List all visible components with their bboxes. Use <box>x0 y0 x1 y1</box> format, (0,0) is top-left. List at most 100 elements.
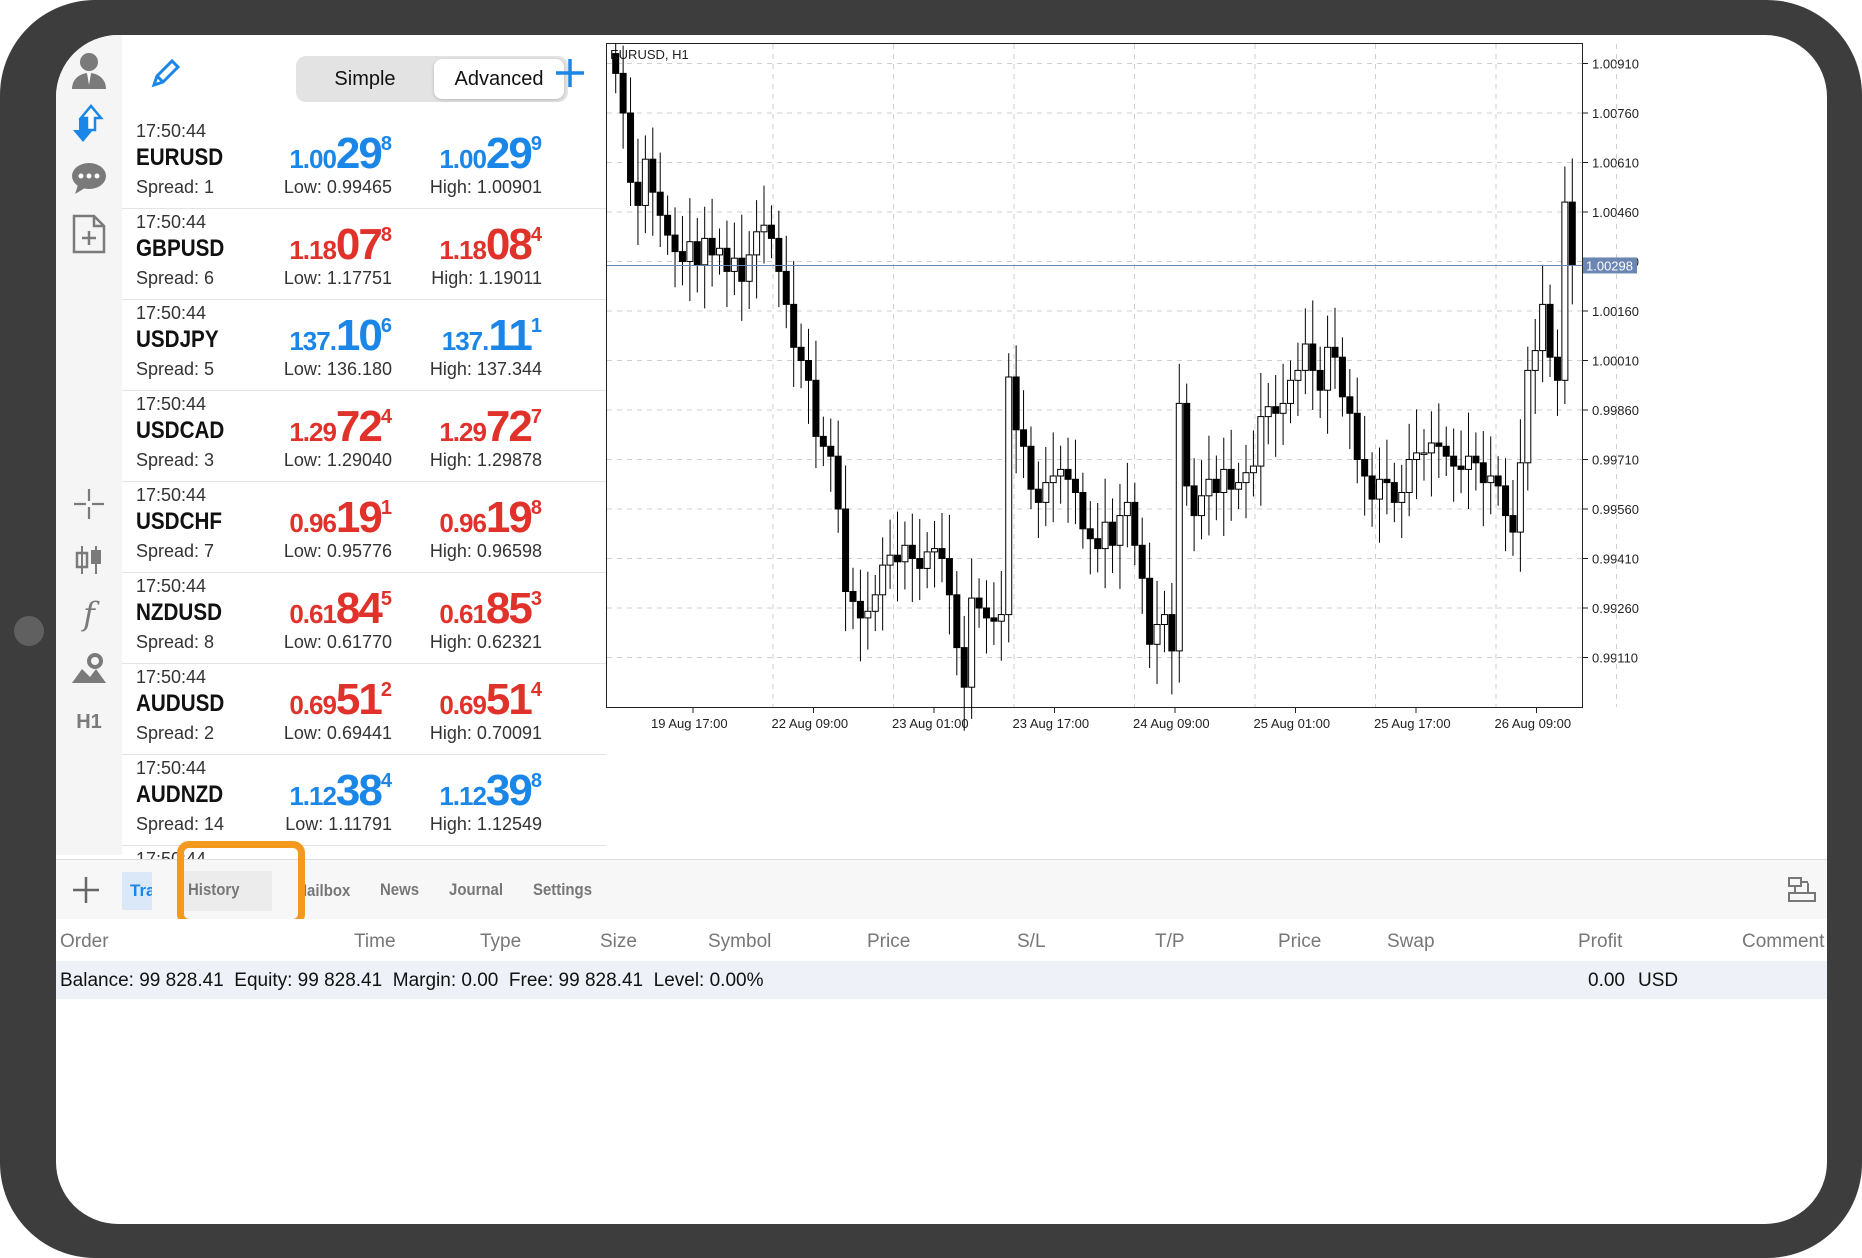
quote-time: 17:50:44 <box>136 576 207 596</box>
quote-symbol: AUDUSD <box>136 690 225 717</box>
candle-body <box>893 554 901 563</box>
time-tick-label: 22 Aug 09:00 <box>772 716 849 731</box>
candle-body <box>975 597 983 609</box>
candle-body <box>1272 406 1280 414</box>
quote-bid-price[interactable]: 1.00298 <box>232 129 392 179</box>
layout-toggle-icon[interactable] <box>1786 874 1818 906</box>
candle-body <box>1383 478 1391 484</box>
add-order-icon[interactable] <box>70 874 102 906</box>
quote-row[interactable]: 17:50:44 AUDUSD Spread: 2 0.69512 0.69514 Low… <box>122 663 606 755</box>
add-symbol-icon[interactable] <box>550 53 590 93</box>
candle-body <box>856 600 864 619</box>
tab-news[interactable]: News <box>380 880 419 900</box>
quote-bid-price[interactable]: 1.29724 <box>232 402 392 452</box>
balance-currency: USD <box>1638 970 1679 991</box>
account-icon[interactable] <box>66 47 112 93</box>
quote-ask-price[interactable]: 0.69514 <box>382 675 542 725</box>
quote-row[interactable]: 17:50:44 USDCHF Spread: 7 0.96191 0.96198 Low… <box>122 481 606 573</box>
current-price-label: 1.00298 <box>1586 258 1633 273</box>
quote-ask-price[interactable]: 1.12398 <box>382 766 542 816</box>
chat-icon[interactable] <box>66 155 112 201</box>
quote-ask-price[interactable]: 0.61853 <box>382 584 542 634</box>
quote-bid-part: 84 <box>335 584 383 633</box>
quote-row[interactable]: 17:50:44 GBPUSD Spread: 6 1.18078 1.18084 Low… <box>122 208 606 300</box>
candle-body <box>649 158 657 193</box>
quote-bid-price[interactable]: 1.18078 <box>232 220 392 270</box>
quote-ask-part: 9 <box>530 133 542 155</box>
quote-high: High: 0.62321 <box>429 632 542 652</box>
quote-row[interactable]: 17:50:44 USDCAD Spread: 3 1.29724 1.29727 Low… <box>122 390 606 482</box>
quote-symbol: USDJPY <box>136 326 219 353</box>
quote-ask-price[interactable]: 1.18084 <box>382 220 542 270</box>
candle-body <box>1057 468 1065 477</box>
quote-row[interactable]: 17:50:44 USDJPY Spread: 5 137.106 137.111 Low… <box>122 299 606 391</box>
quote-row[interactable]: 17:50:44 NZDUSD Spread: 8 0.61845 0.61853 Low… <box>122 572 606 664</box>
candle-body <box>1123 501 1131 517</box>
price-tick-label: 1.00460 <box>1592 205 1639 220</box>
quote-bid-part: 1.00 <box>289 144 337 174</box>
candle-body <box>767 224 775 239</box>
quote-high: High: 1.19011 <box>431 268 542 288</box>
quote-ask-part: 4 <box>530 679 542 701</box>
candle-body <box>1287 379 1295 404</box>
edit-icon[interactable] <box>144 55 184 95</box>
candle-body <box>1160 614 1168 625</box>
price-tick-label: 0.99860 <box>1592 403 1639 418</box>
candle-body <box>1413 452 1421 460</box>
tab-journal[interactable]: Journal <box>449 880 503 900</box>
candle-body <box>864 610 872 619</box>
candle-body <box>1368 475 1376 500</box>
candle-body <box>1398 492 1406 503</box>
quote-bid-part: 07 <box>335 220 383 269</box>
quote-ask-price[interactable]: 137.111 <box>382 311 542 361</box>
simple-tab[interactable]: Simple <box>300 59 430 99</box>
quote-bid-price[interactable]: 0.69512 <box>232 675 392 725</box>
tab-settings[interactable]: Settings <box>533 880 592 900</box>
timeframe-button[interactable]: H1 <box>66 699 112 745</box>
candle-body <box>827 445 835 457</box>
indicator-icon[interactable]: f <box>66 591 112 637</box>
quote-bid-price[interactable]: 1.12384 <box>232 766 392 816</box>
candle-body <box>1049 475 1057 484</box>
tablet-frame: f H1 Simple Advanced 17:50:44 EURUSD Sprea… <box>0 0 1862 1258</box>
candle-body <box>1494 475 1502 487</box>
price-chart[interactable]: 1.009101.007601.006101.004601.003101.001… <box>606 35 1827 853</box>
quote-ask-price[interactable]: 1.00299 <box>382 129 542 179</box>
candle-body <box>686 241 694 262</box>
candle-body <box>1168 614 1176 652</box>
new-document-icon[interactable] <box>66 211 112 257</box>
objects-icon[interactable] <box>66 645 112 691</box>
quote-ask-part: 0.96 <box>439 508 487 538</box>
candle-body <box>1086 528 1094 540</box>
quote-ask-price[interactable]: 0.96198 <box>382 493 542 543</box>
quote-bid-price[interactable]: 0.96191 <box>232 493 392 543</box>
candle-body <box>1042 482 1050 503</box>
time-tick-label: 23 Aug 17:00 <box>1013 716 1090 731</box>
candle-body <box>634 181 642 206</box>
price-tick-label: 0.99710 <box>1592 453 1639 468</box>
candle-body <box>1220 468 1228 493</box>
quote-ask-part: 8 <box>530 497 542 519</box>
quote-spread: Spread: 6 <box>136 268 215 288</box>
candles-icon[interactable] <box>66 537 112 583</box>
quote-high: High: 1.00901 <box>429 177 542 197</box>
advanced-tab[interactable]: Advanced <box>434 59 564 99</box>
trade-icon[interactable] <box>66 101 112 147</box>
col-current-price: Price <box>1278 931 1322 952</box>
quote-bid-price[interactable]: 137.106 <box>232 311 392 361</box>
candle-body <box>641 158 649 206</box>
candle-body <box>923 551 931 569</box>
quote-bid-part: 1.18 <box>289 235 337 265</box>
quote-bid-price[interactable]: 0.61845 <box>232 584 392 634</box>
candle-body <box>708 237 716 256</box>
tab-mailbox[interactable]: Mailbox <box>300 872 350 910</box>
history-highlight-box <box>177 841 305 926</box>
quote-ask-price[interactable]: 1.29727 <box>382 402 542 452</box>
candle-body <box>812 379 820 437</box>
tab-trade[interactable]: Trade <box>122 872 152 910</box>
quote-row[interactable]: 17:50:44 AUDNZD Spread: 14 1.12384 1.12398 Lo… <box>122 754 606 846</box>
quote-ask-part: 72 <box>485 402 533 451</box>
crosshair-icon[interactable] <box>66 481 112 527</box>
quote-row[interactable]: 17:50:44 EURUSD Spread: 1 1.00298 1.00299 Low… <box>122 117 606 209</box>
candle-body <box>1198 495 1206 517</box>
